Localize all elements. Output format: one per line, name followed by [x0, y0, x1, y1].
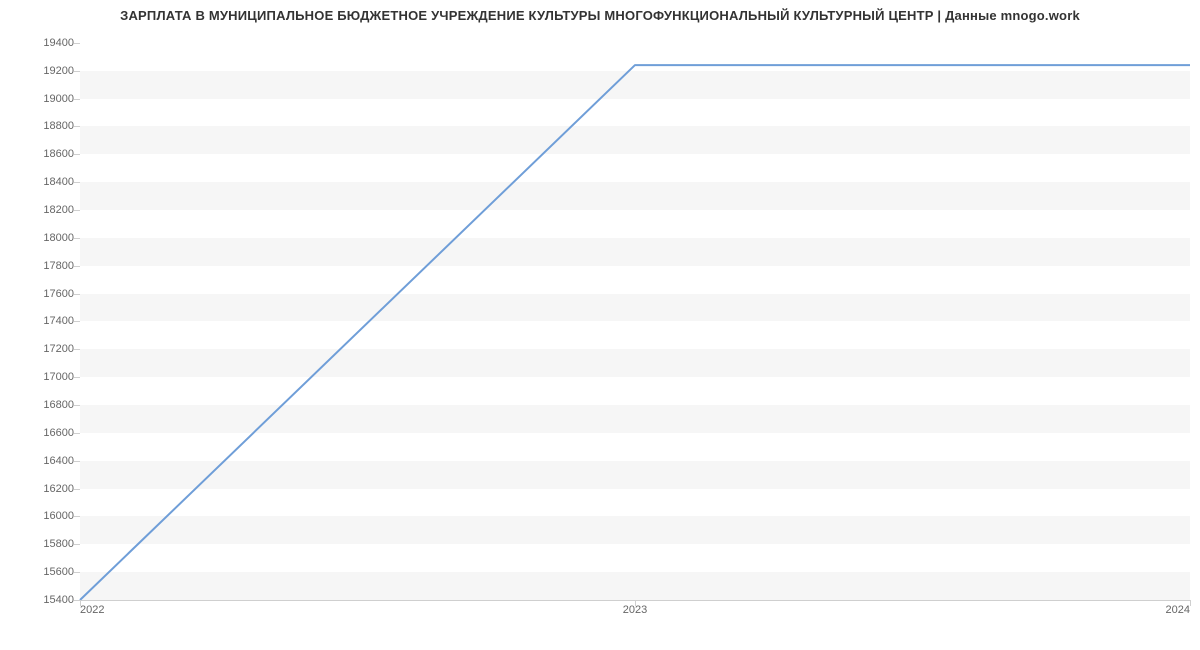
y-tick [74, 294, 80, 295]
y-axis-label: 17800 [14, 260, 74, 272]
x-tick [1190, 600, 1191, 606]
y-axis-label: 19200 [14, 65, 74, 77]
y-axis-label: 16400 [14, 455, 74, 467]
salary-line-chart: ЗАРПЛАТА В МУНИЦИПАЛЬНОЕ БЮДЖЕТНОЕ УЧРЕЖ… [0, 0, 1200, 650]
y-axis-label: 15800 [14, 538, 74, 550]
y-tick [74, 405, 80, 406]
y-tick [74, 516, 80, 517]
y-tick [74, 572, 80, 573]
y-tick [74, 433, 80, 434]
y-tick [74, 43, 80, 44]
y-tick [74, 126, 80, 127]
x-axis-label: 2023 [623, 604, 647, 616]
y-tick [74, 321, 80, 322]
y-axis-label: 15600 [14, 566, 74, 578]
y-tick [74, 154, 80, 155]
y-tick [74, 544, 80, 545]
y-axis-label: 16600 [14, 427, 74, 439]
series-line [80, 65, 1190, 600]
y-tick [74, 489, 80, 490]
line-series [80, 40, 1190, 600]
y-axis-label: 17000 [14, 371, 74, 383]
x-axis-label: 2024 [1166, 604, 1190, 616]
y-axis-label: 19400 [14, 37, 74, 49]
y-axis-label: 18200 [14, 204, 74, 216]
y-tick [74, 238, 80, 239]
y-axis-label: 18800 [14, 120, 74, 132]
y-tick [74, 99, 80, 100]
y-tick [74, 210, 80, 211]
y-axis-label: 19000 [14, 93, 74, 105]
y-axis-label: 16000 [14, 510, 74, 522]
y-axis-label: 18400 [14, 176, 74, 188]
y-axis-label: 17600 [14, 288, 74, 300]
plot-area [80, 40, 1190, 601]
y-tick [74, 461, 80, 462]
y-tick [74, 266, 80, 267]
y-axis-label: 16800 [14, 399, 74, 411]
y-axis-label: 15400 [14, 594, 74, 606]
y-axis-label: 16200 [14, 483, 74, 495]
y-tick [74, 377, 80, 378]
chart-title: ЗАРПЛАТА В МУНИЦИПАЛЬНОЕ БЮДЖЕТНОЕ УЧРЕЖ… [0, 8, 1200, 23]
y-tick [74, 349, 80, 350]
y-axis-label: 17400 [14, 315, 74, 327]
x-axis-label: 2022 [80, 604, 104, 616]
y-axis-label: 17200 [14, 343, 74, 355]
y-axis-label: 18000 [14, 232, 74, 244]
y-tick [74, 71, 80, 72]
y-axis-label: 18600 [14, 148, 74, 160]
y-tick [74, 182, 80, 183]
